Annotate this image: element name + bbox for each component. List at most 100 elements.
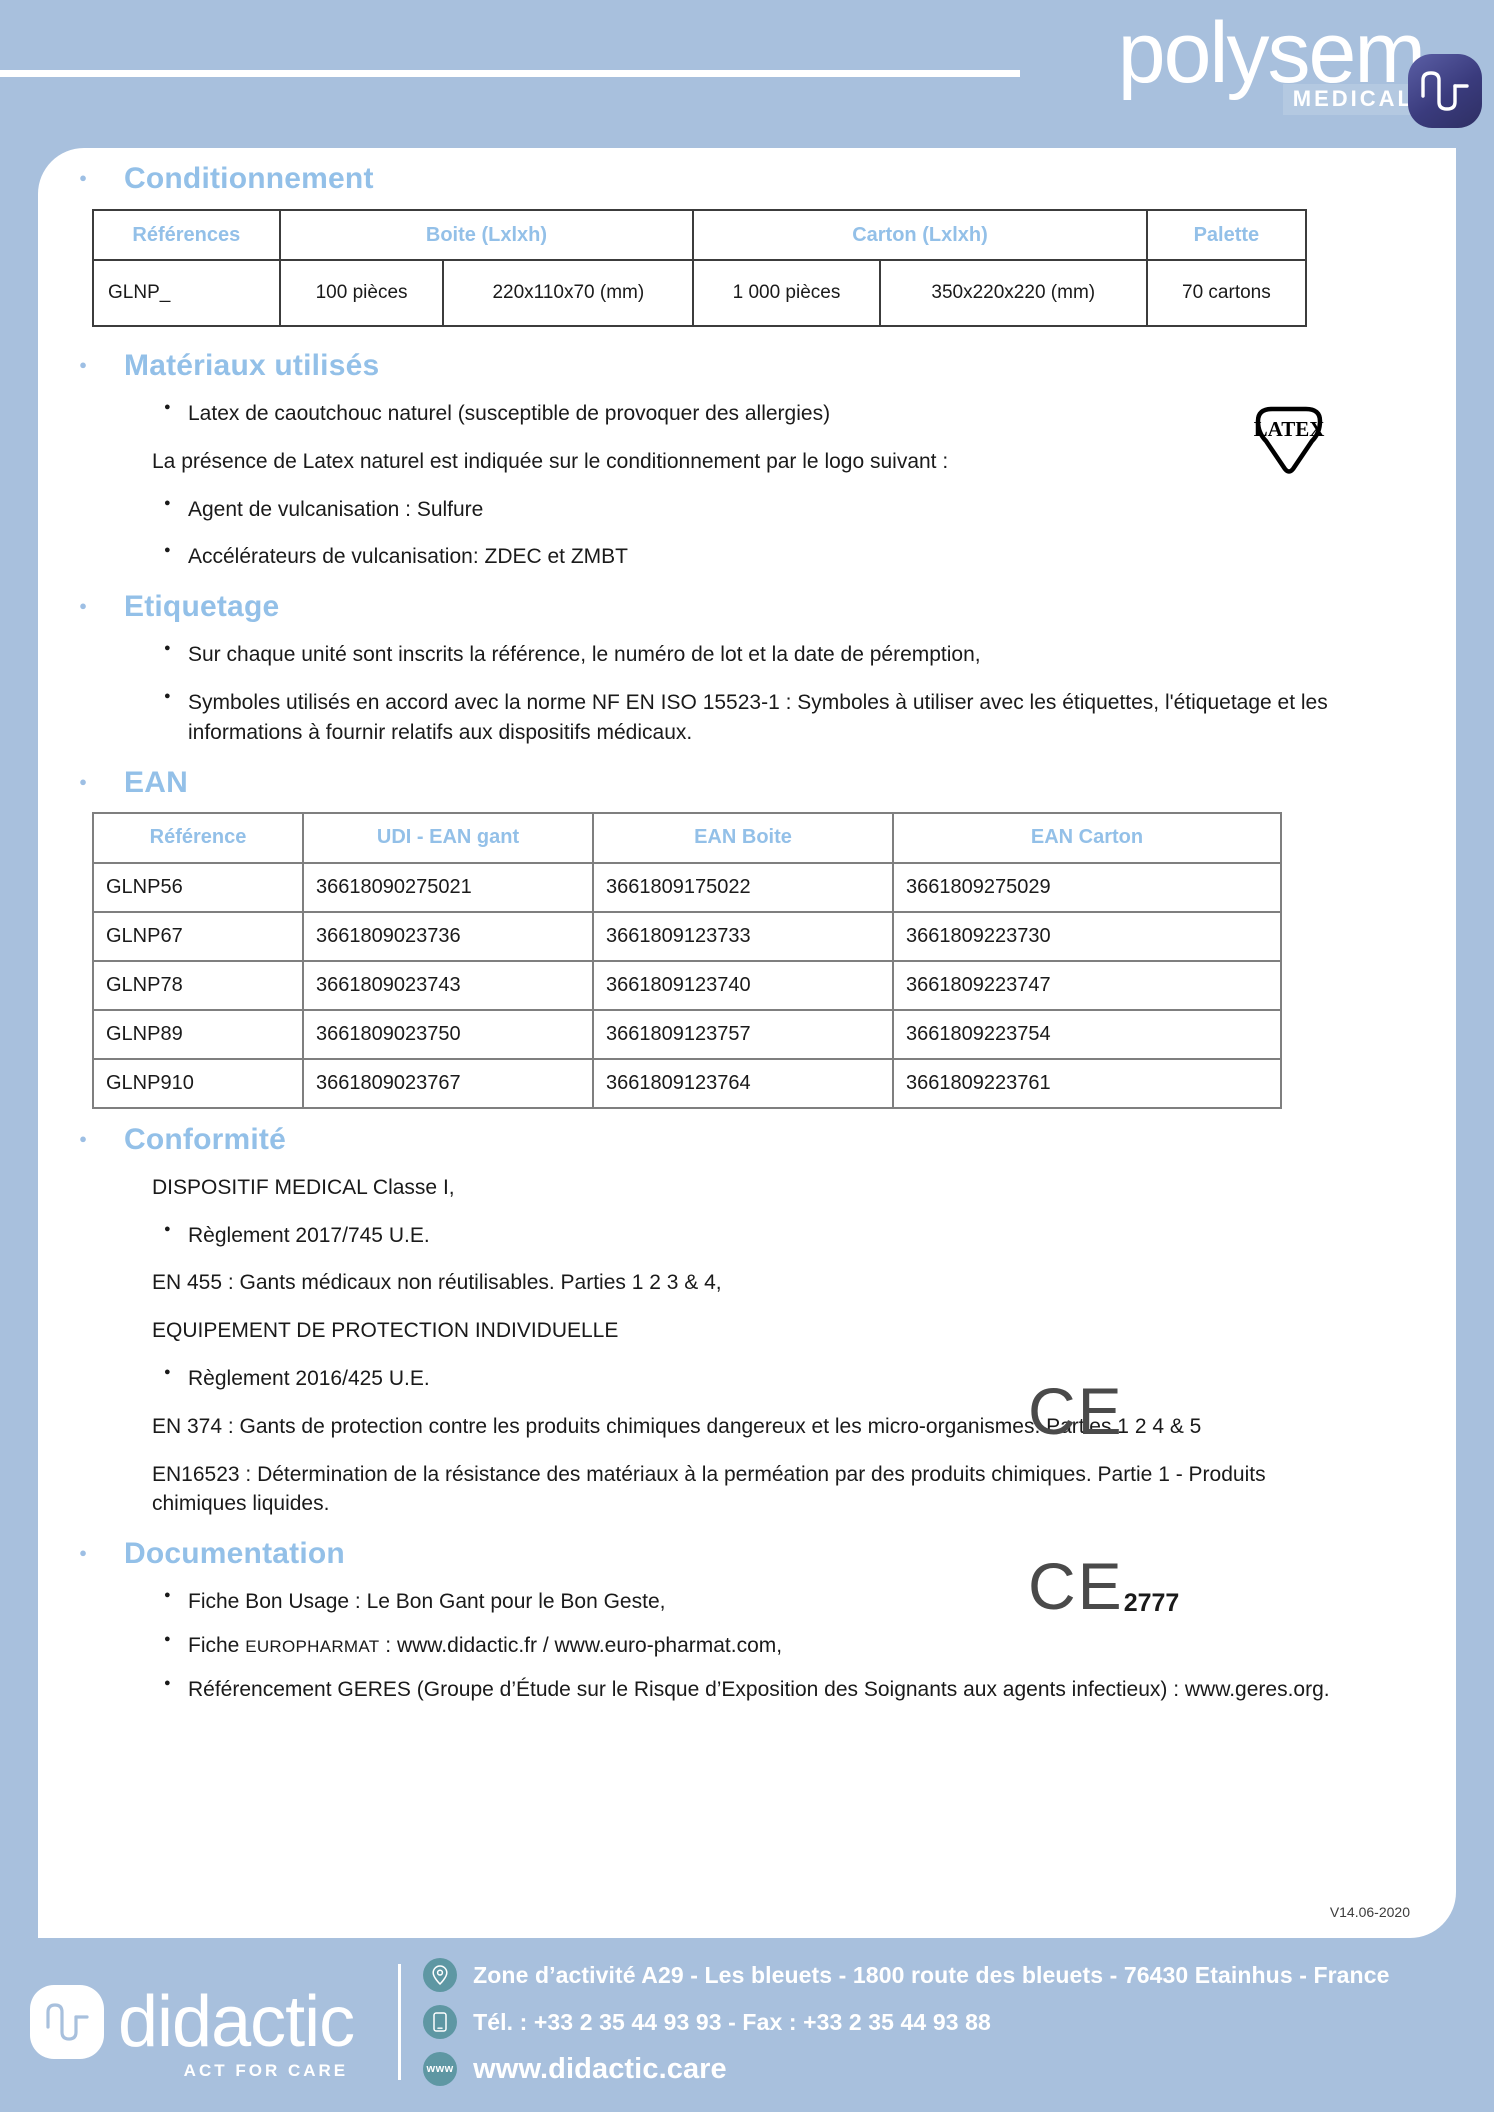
ce-mark-text: CE xyxy=(1028,1549,1124,1623)
cell-udi: 3661809023750 xyxy=(302,1008,594,1060)
header-rule xyxy=(0,70,1020,77)
polysem-medical-label: MEDICAL xyxy=(1282,84,1424,115)
wave-icon xyxy=(1421,71,1469,111)
list-item: Agent de vulcanisation : Sulfure xyxy=(152,495,1212,525)
conformite-line-2: EN 455 : Gants médicaux non réutilisable… xyxy=(152,1271,722,1295)
heading-conditionnement: Conditionnement xyxy=(124,162,374,195)
footer-contact-lines: Zone d’activité A29 - Les bleuets - 1800… xyxy=(423,1958,1389,2086)
section-heading-ean: EAN xyxy=(66,766,1412,800)
section-heading-documentation: Documentation xyxy=(66,1537,1412,1571)
cell-reference: GLNP89 xyxy=(92,1008,304,1060)
cell-reference: GLNP67 xyxy=(92,910,304,962)
cell-reference: GLNP_ xyxy=(92,259,281,327)
cell-udi: 3661809023767 xyxy=(302,1057,594,1109)
ce-mark-ppe-icon: CE2777 xyxy=(1028,1553,1179,1619)
list-item: Référencement GERES (Groupe d’Étude sur … xyxy=(152,1675,1352,1705)
cell-ean-carton: 3661809223761 xyxy=(892,1057,1282,1109)
bullet-dot-icon xyxy=(66,1127,100,1147)
footer-divider xyxy=(398,1964,402,2080)
ean-table: Référence UDI - EAN gant EAN Boite EAN C… xyxy=(92,811,1282,1109)
table-header-row: Références Boite (Lxlxh) Carton (Lxlxh) … xyxy=(92,209,1308,261)
bullet-dot-icon xyxy=(66,770,100,790)
cell-reference: GLNP78 xyxy=(92,959,304,1011)
th-ean-carton: EAN Carton xyxy=(892,811,1282,864)
didactic-tagline: ACT FOR CARE xyxy=(183,2061,349,2080)
bullet-dot-icon xyxy=(66,353,100,373)
th-carton: Carton (Lxlxh) xyxy=(692,209,1148,261)
latex-logo-icon: LATEX xyxy=(1246,403,1332,477)
conformite-block: DISPOSITIF MEDICAL Classe I, Règlement 2… xyxy=(152,1173,1332,1520)
etiquetage-list: Sur chaque unité sont inscrits la référe… xyxy=(152,640,1352,747)
section-heading-conditionnement: Conditionnement xyxy=(66,162,1412,196)
didactic-mark-icon xyxy=(30,1985,104,2059)
cell-ean-boite: 3661809123733 xyxy=(592,910,894,962)
document-content: Conditionnement Références Boite (Lxlxh)… xyxy=(38,148,1456,1723)
wave-icon xyxy=(46,2003,89,2041)
cell-udi: 3661809023743 xyxy=(302,959,594,1011)
didactic-wordmark: didactic xyxy=(118,1982,355,2062)
location-pin-icon xyxy=(423,1958,458,1992)
cell-ean-boite: 3661809123757 xyxy=(592,1008,894,1060)
www-label: www xyxy=(426,2063,454,2075)
table-row: GLNP78 3661809023743 3661809123740 36618… xyxy=(92,959,1282,1011)
cell-ean-boite: 3661809123740 xyxy=(592,959,894,1011)
conformite-list-1: Règlement 2017/745 U.E. xyxy=(152,1221,1332,1251)
conformite-line-4: EN 374 : Gants de protection contre les … xyxy=(152,1414,1202,1438)
svg-text:LATEX: LATEX xyxy=(1254,417,1325,441)
list-item: Accélérateurs de vulcanisation: ZDEC et … xyxy=(152,542,1212,572)
list-item: Symboles utilisés en accord avec la norm… xyxy=(152,688,1352,748)
footer-phone: Tél. : +33 2 35 44 93 93 - Fax : +33 2 3… xyxy=(473,2008,991,2035)
page-header: polysem MEDICAL xyxy=(0,0,1494,148)
section-heading-materiaux: Matériaux utilisés xyxy=(66,349,1412,383)
cell-boite-dim: 220x110x70 (mm) xyxy=(442,259,695,327)
th-reference: Référence xyxy=(92,811,304,864)
footer-inner: didactic ACT FOR CARE Zone d’activité A2… xyxy=(30,1958,1389,2086)
cell-ean-boite: 3661809123764 xyxy=(592,1057,894,1109)
table-row: GLNP910 3661809023767 3661809123764 3661… xyxy=(92,1057,1282,1109)
bullet-dot-icon xyxy=(66,594,100,614)
doc-item-2-rest: : www.didactic.fr / www.euro-pharmat.com… xyxy=(379,1634,783,1657)
footer-website-row[interactable]: www www.didactic.care xyxy=(423,2052,1389,2086)
list-item: Sur chaque unité sont inscrits la référe… xyxy=(152,640,1352,670)
cell-ean-carton: 3661809223754 xyxy=(892,1008,1282,1060)
section-heading-etiquetage: Etiquetage xyxy=(66,590,1412,624)
didactic-logo: didactic ACT FOR CARE xyxy=(30,1982,355,2080)
footer-address-row: Zone d’activité A29 - Les bleuets - 1800… xyxy=(423,1958,1389,1992)
conformite-line-1: DISPOSITIF MEDICAL Classe I, xyxy=(152,1175,455,1199)
heading-conformite: Conformité xyxy=(124,1122,286,1156)
conformite-list-2: Règlement 2016/425 U.E. xyxy=(152,1364,1332,1394)
materiaux-paragraph: La présence de Latex naturel est indiqué… xyxy=(152,449,949,473)
table-row: GLNP56 36618090275021 3661809175022 3661… xyxy=(92,861,1282,913)
table-row: GLNP67 3661809023736 3661809123733 36618… xyxy=(92,910,1282,962)
heading-etiquetage: Etiquetage xyxy=(124,590,280,624)
footer-website[interactable]: www.didactic.care xyxy=(473,2053,727,2086)
bullet-dot-icon xyxy=(66,166,100,186)
table-row: GLNP_ 100 pièces 220x110x70 (mm) 1 000 p… xyxy=(92,259,1308,327)
page-footer: didactic ACT FOR CARE Zone d’activité A2… xyxy=(0,1938,1494,2112)
table-header-row: Référence UDI - EAN gant EAN Boite EAN C… xyxy=(92,811,1282,864)
etiquetage-block: Sur chaque unité sont inscrits la référe… xyxy=(152,640,1352,747)
polysem-badge-icon xyxy=(1408,54,1482,128)
cell-ean-carton: 3661809223747 xyxy=(892,959,1282,1011)
document-page: Conditionnement Références Boite (Lxlxh)… xyxy=(38,148,1456,1938)
cell-udi: 3661809023736 xyxy=(302,910,594,962)
list-item: Fiche EUROPHARMAT : www.didactic.fr / ww… xyxy=(152,1631,1352,1661)
footer-address: Zone d’activité A29 - Les bleuets - 1800… xyxy=(473,1961,1390,1988)
th-ean-boite: EAN Boite xyxy=(592,811,894,864)
phone-icon xyxy=(423,2005,458,2039)
heading-materiaux: Matériaux utilisés xyxy=(124,349,380,382)
table-row: GLNP89 3661809023750 3661809123757 36618… xyxy=(92,1008,1282,1060)
cell-ean-carton: 3661809275029 xyxy=(892,861,1282,913)
footer-phone-row: Tél. : +33 2 35 44 93 93 - Fax : +33 2 3… xyxy=(423,2005,1389,2039)
list-item: Règlement 2016/425 U.E. xyxy=(152,1364,1332,1394)
cell-reference: GLNP56 xyxy=(92,861,304,913)
cell-palette: 70 cartons xyxy=(1145,259,1308,327)
cell-carton-qty: 1 000 pièces xyxy=(692,259,881,327)
list-item: Règlement 2017/745 U.E. xyxy=(152,1221,1332,1251)
cell-ean-boite: 3661809175022 xyxy=(592,861,894,913)
ce-notified-body-number: 2777 xyxy=(1123,1589,1180,1617)
heading-documentation: Documentation xyxy=(124,1537,345,1571)
cell-boite-qty: 100 pièces xyxy=(278,259,445,327)
ce-mark-text: CE xyxy=(1028,1374,1124,1448)
www-globe-icon: www xyxy=(423,2052,458,2086)
